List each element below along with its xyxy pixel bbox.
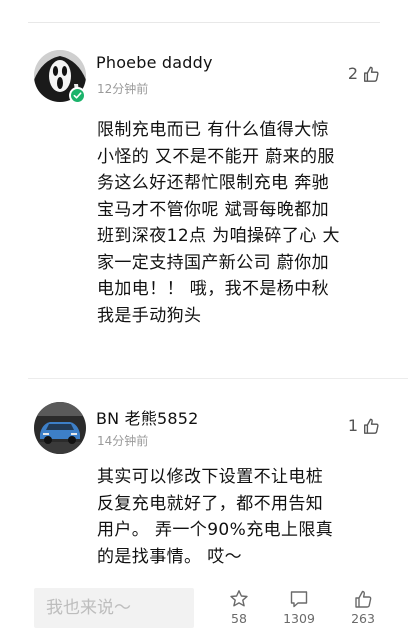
comment-line: 反复充电就好了，都不用告知 (97, 493, 324, 514)
comment-line: 我是手动狗头 (97, 305, 202, 326)
favorite-button[interactable]: 58 (214, 589, 264, 626)
favorites-count: 58 (231, 611, 247, 626)
comment-line: 宝马才不管你呢 斌哥每晚都加 (97, 199, 330, 220)
thumbs-up-icon (364, 418, 379, 434)
comment-text: 其实可以修改下设置不让电桩 反复充电就好了，都不用告知 用户。 弄一个90%充电… (97, 464, 387, 570)
blue-car-icon (34, 402, 86, 454)
comment-line: 电加电！！ 哦，我不是杨中秋 (97, 279, 330, 299)
bottom-action-bar: 58 1309 263 (0, 584, 408, 633)
timestamp: 14分钟前 (97, 434, 149, 448)
divider (28, 22, 380, 23)
star-icon (230, 590, 248, 607)
comment-text: 限制充电而已 有什么值得大惊 小怪的 又不是不能开 蔚来的服 务这么好还帮忙限制… (97, 117, 387, 329)
comment-feed: Phoebe daddy 12分钟前 2 限制充电而已 有什么值得大惊 小怪的 … (0, 0, 408, 633)
comment-line: 其实可以修改下设置不让电桩 (97, 467, 324, 487)
comment-line: 务这么好还帮忙限制充电 奔驰 (97, 173, 330, 193)
comments-button[interactable]: 1309 (274, 589, 324, 626)
verified-badge (69, 87, 86, 104)
comment-line: 班到深夜12点 为咱操碎了心 大 (97, 226, 340, 246)
comment-line: 限制充电而已 有什么值得大惊 (97, 120, 330, 140)
comment-line: 的是找事情。 哎～ (97, 546, 243, 567)
avatar[interactable] (34, 402, 86, 454)
comment-line: 小怪的 又不是不能开 蔚来的服 (97, 146, 335, 167)
article-like-button[interactable]: 263 (338, 589, 388, 626)
username[interactable]: BN 老熊5852 (96, 405, 199, 429)
checkmark-icon (73, 92, 82, 99)
like-button[interactable]: 2 (348, 64, 380, 83)
comment-line: 用户。 弄一个90%充电上限真 (97, 520, 334, 540)
timestamp: 12分钟前 (97, 82, 149, 96)
username[interactable]: Phoebe daddy (96, 53, 213, 72)
reply-input[interactable] (34, 588, 194, 628)
divider (28, 378, 408, 379)
like-count: 2 (347, 64, 358, 83)
comment-bubble-icon (290, 591, 308, 608)
thumbs-up-icon (364, 66, 379, 82)
comments-count: 1309 (283, 611, 315, 626)
thumbs-up-icon (355, 590, 372, 608)
like-count: 1 (347, 416, 358, 435)
like-button[interactable]: 1 (348, 416, 380, 435)
likes-count: 263 (351, 611, 375, 626)
comment-line: 家一定支持国产新公司 蔚你加 (97, 252, 330, 273)
